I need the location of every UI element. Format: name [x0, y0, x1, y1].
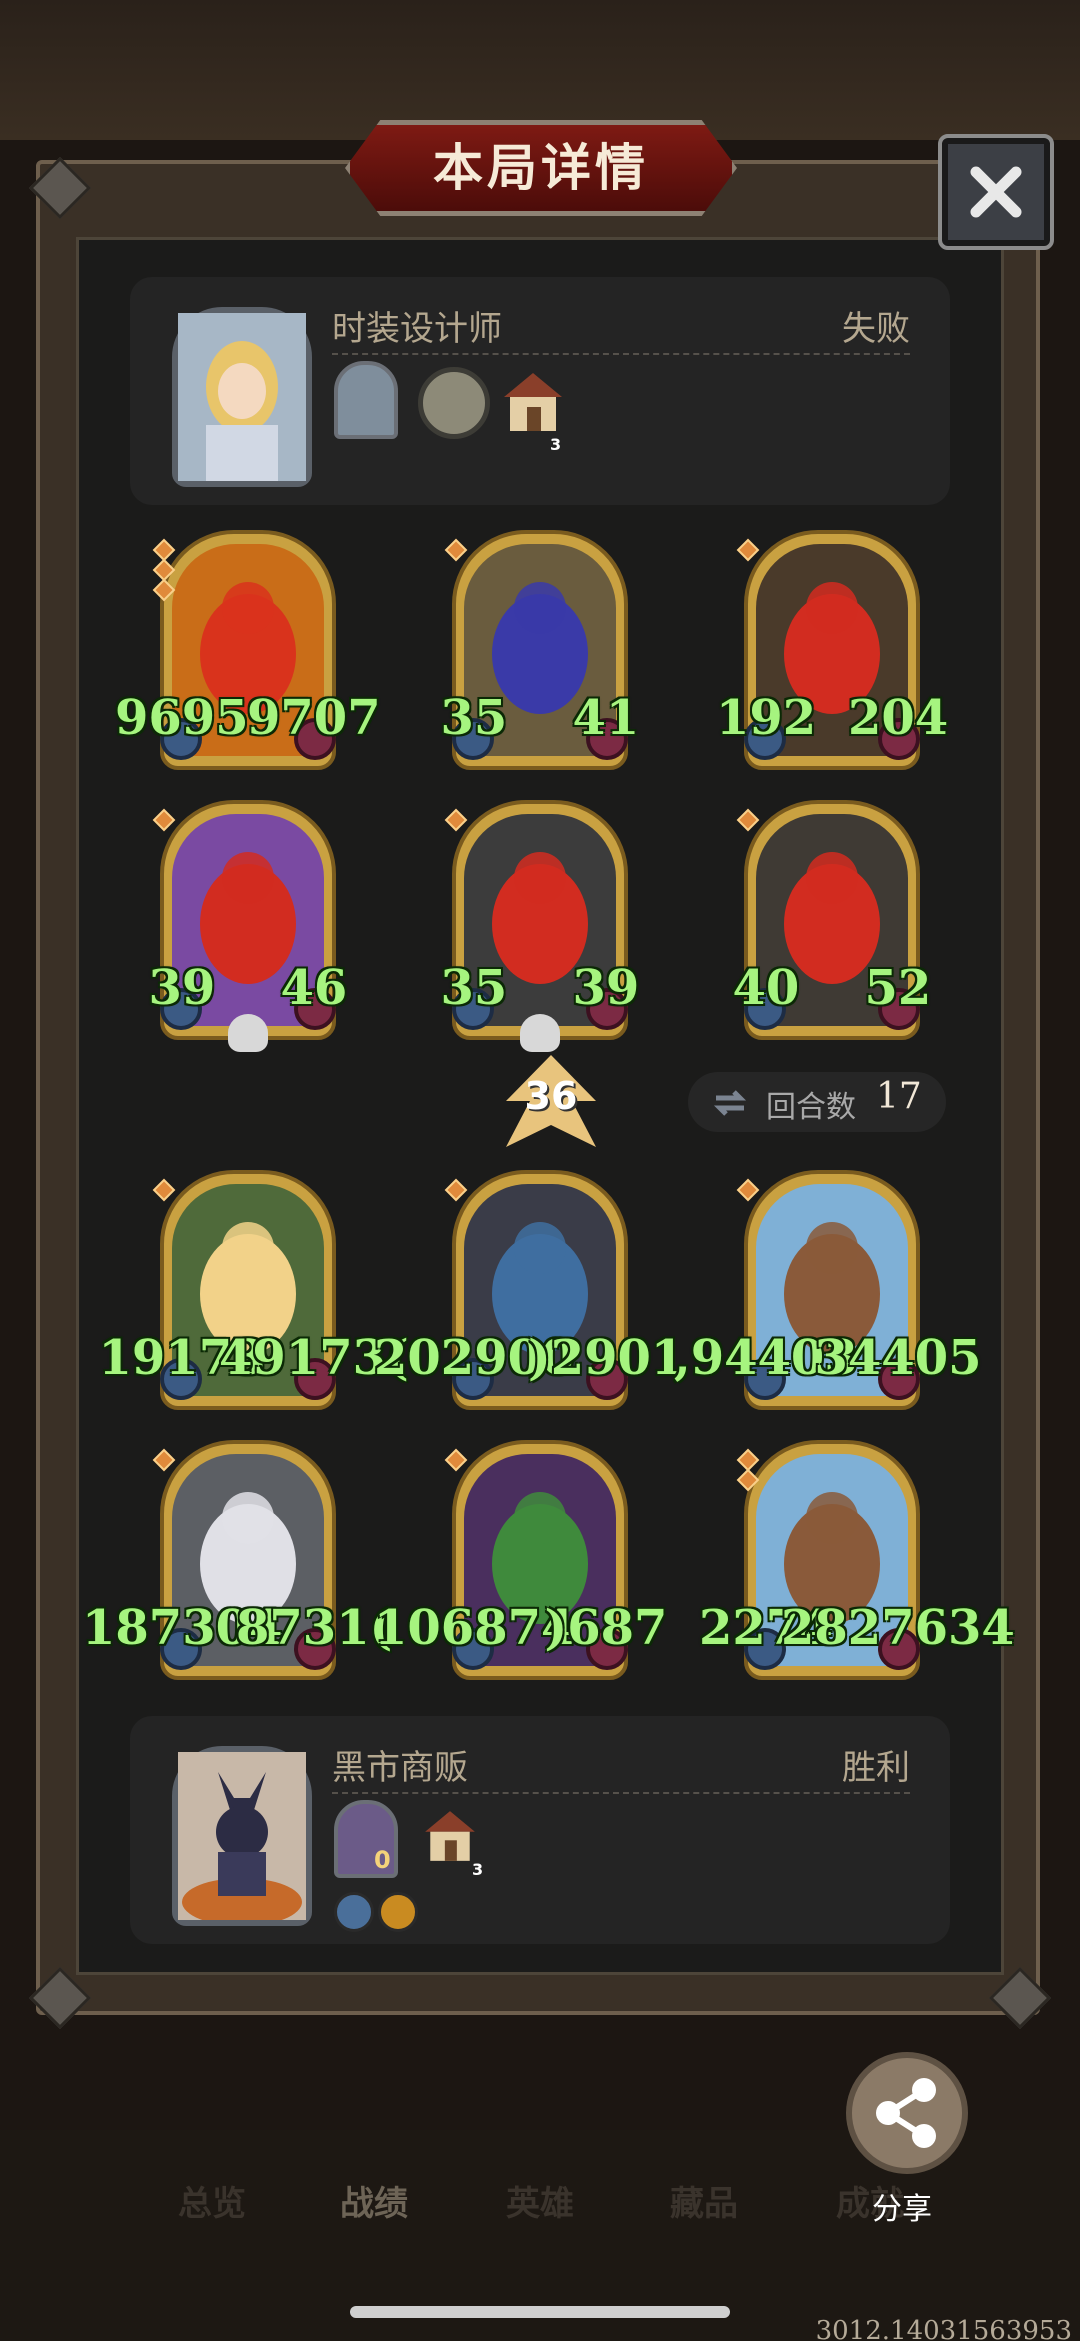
- player-card-bottom: 黑市商贩 胜利 0 3: [130, 1716, 950, 1944]
- tab-overview[interactable]: 总览: [178, 2176, 246, 2225]
- tavern-level: 36: [524, 1074, 578, 1118]
- house-icon[interactable]: [420, 1806, 480, 1866]
- share-icon: [876, 2078, 936, 2148]
- player-result: 失败: [842, 309, 910, 349]
- house-icon[interactable]: [498, 367, 568, 437]
- unit-health: 9707: [247, 690, 381, 746]
- close-button[interactable]: [938, 134, 1054, 250]
- unit-attack: 35: [440, 690, 508, 746]
- player-avatar-fashion-designer[interactable]: [172, 307, 312, 487]
- relic-icon[interactable]: [418, 367, 490, 439]
- gold-icon[interactable]: [378, 1892, 418, 1932]
- page-title: 本局详情: [433, 139, 649, 197]
- unit-health: 2827634: [781, 1600, 1015, 1656]
- house-count: 3: [550, 435, 562, 454]
- house-count: 3: [472, 1860, 484, 1879]
- portrait-image: [178, 313, 306, 481]
- top-background: [0, 0, 1080, 140]
- build-id: 3012.14031563953: [815, 2316, 1072, 2341]
- unit-health: 8731(: [236, 1600, 393, 1656]
- portrait-image: [178, 1752, 306, 1926]
- home-indicator[interactable]: [350, 2306, 730, 2318]
- unit-attack: 35: [440, 960, 508, 1016]
- tab-collection[interactable]: 藏品: [670, 2176, 738, 2225]
- divider: [332, 353, 910, 355]
- coin-value: 0: [374, 1846, 391, 1874]
- unit-health: 34405: [814, 1330, 982, 1386]
- unit-health: 52: [864, 960, 932, 1016]
- share-label: 分享: [872, 2192, 932, 2227]
- refresh-icon: [713, 1090, 747, 1116]
- unit-attack: 40: [732, 960, 800, 1016]
- unit-attack: 9695: [115, 690, 249, 746]
- tab-heroes[interactable]: 英雄: [506, 2176, 574, 2225]
- unit-health: )2901: [528, 1330, 685, 1386]
- player-result: 胜利: [842, 1748, 910, 1788]
- unit-health: 204: [848, 690, 949, 746]
- player-name: 黑市商贩: [332, 1748, 468, 1788]
- skull-icon: [520, 1014, 560, 1052]
- close-icon: [970, 166, 1022, 218]
- player-avatar-black-market[interactable]: [172, 1746, 312, 1926]
- unit-health: 39: [572, 960, 640, 1016]
- hero-skin-icon[interactable]: [334, 361, 398, 439]
- unit-health: 41: [572, 690, 640, 746]
- round-label: 回合数: [766, 1090, 856, 1125]
- round-value: 17: [876, 1076, 922, 1117]
- unit-attack: 39: [148, 960, 216, 1016]
- divider: [332, 1792, 910, 1794]
- tab-records[interactable]: 战绩: [340, 2176, 408, 2225]
- unit-health: )687: [544, 1600, 668, 1656]
- skull-icon: [228, 1014, 268, 1052]
- player-name: 时装设计师: [332, 309, 502, 349]
- unit-health: 46: [280, 960, 348, 1016]
- weapon-icon[interactable]: [334, 1892, 374, 1932]
- unit-attack: 192: [716, 690, 817, 746]
- share-button[interactable]: [846, 2052, 968, 2174]
- player-card-top: 时装设计师 失败 3: [130, 277, 950, 505]
